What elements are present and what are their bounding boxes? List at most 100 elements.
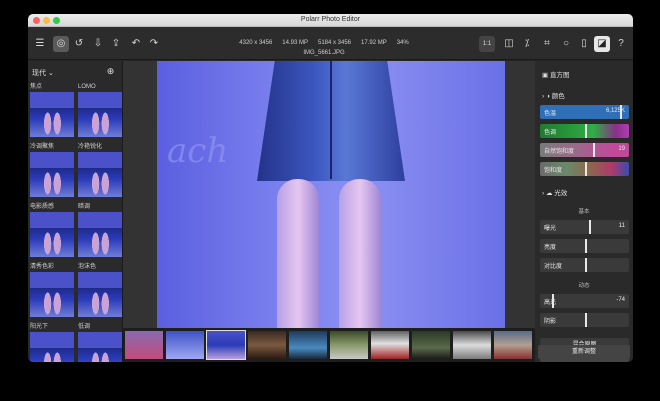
slider-thumb[interactable] [584,124,587,138]
preset-item[interactable]: 低调 [78,323,122,362]
menu-icon[interactable]: ☰ [32,36,48,52]
film-thumb[interactable] [248,331,286,359]
preset-label: 低调 [78,324,91,330]
slider-sliders_color-2[interactable]: 自然饱和度 19 [540,143,629,157]
slider-thumb[interactable] [620,105,623,119]
slider-sliders_color-0[interactable]: 色温 6,125K [540,105,629,119]
preset-label: 泡沫色 [78,264,97,270]
image-info: 4320 x 3456 14.93 MP 5184 x 3456 17.92 M… [224,40,424,46]
preset-label: LOMO [78,84,96,90]
preset-thumbnail [30,152,74,197]
preset-category-dropdown[interactable]: 现代 ⌄ [32,68,54,78]
film-thumb[interactable] [166,331,204,359]
main-toolbar: ☰ ◎ ↺ ⇩ ⇪ ↶ ↷ 4320 x 3456 14.93 MP 5184 … [28,27,633,60]
add-preset-icon[interactable]: ⊕ [103,64,118,79]
adjustments-panel: ▣ 直方图 › ◑ 颜色 色温 6,125K 色调自然饱和度 19 饱和度 › ☁ 光效… [535,61,633,362]
slider-sliders_color-3[interactable]: 饱和度 [540,162,629,176]
photo-image: ach [157,61,505,328]
preset-label: 冷艳锐化 [78,144,103,150]
preset-thumbnail [78,92,122,137]
slider-sliders_basic-2[interactable]: 对比度 [540,258,629,272]
preset-label: 暗调 [78,204,91,210]
crop-icon[interactable]: ⌗ [539,36,555,52]
reset-adjustments-button[interactable]: 重新调整 [538,345,630,359]
preset-item[interactable]: 暗调 [78,203,122,260]
preset-item[interactable]: 阳光下 [30,323,74,362]
slider-thumb[interactable] [593,143,596,157]
color-section-label: 颜色 [551,93,565,100]
light-section-label: 光效 [554,190,568,197]
image-megapixels: 14.93 MP [282,40,308,46]
adjustments-icon[interactable]: ◪ [594,36,610,52]
film-thumb[interactable] [330,331,368,359]
compare-icon[interactable]: ◫ [501,36,517,52]
window-title: Polarr Photo Editor [300,16,361,23]
zoom-1to1-button[interactable]: 1:1 [479,36,495,52]
undo-icon[interactable]: ↶ [128,36,144,52]
image-resolution: 4320 x 3456 [239,40,273,46]
slider-thumb[interactable] [551,294,554,308]
color-section-heading[interactable]: › ◑ 颜色 [542,90,565,100]
slider-label: 自然饱和度 [544,149,575,155]
preset-label: 焦点 [30,84,43,90]
film-thumb[interactable] [289,331,327,359]
preset-item[interactable]: 焦点 [30,83,74,140]
preset-item[interactable]: 泡沫色 [78,263,122,320]
preset-item[interactable]: 冷调聚焦 [30,143,74,200]
film-thumb[interactable] [412,331,450,359]
slider-value: 11 [618,223,625,229]
slider-label: 对比度 [544,264,563,270]
slider-thumb[interactable] [584,162,587,176]
light-section-heading[interactable]: › ☁ 光效 [542,187,567,197]
original-megapixels: 17.92 MP [361,40,387,46]
slider-sliders_dynamic-1[interactable]: 阴影 [540,313,629,327]
film-thumb[interactable] [453,331,491,359]
slider-sliders_dynamic-0[interactable]: 高光 -74 [540,294,629,308]
redo-icon[interactable]: ↷ [146,36,162,52]
slider-thumb[interactable] [584,239,587,253]
slider-label: 阴影 [544,319,557,325]
film-thumb[interactable] [125,331,163,359]
film-thumb[interactable] [371,331,409,359]
zoom-percent: 34% [396,40,409,46]
preset-label: 清秀色彩 [30,264,55,270]
preset-label: 冷调聚焦 [30,144,55,150]
slider-thumb[interactable] [588,220,591,234]
history-icon[interactable]: ↺ [71,36,87,52]
frame-icon[interactable]: ▯ [576,36,592,52]
histogram-label: 直方图 [549,72,570,79]
slider-sliders_basic-1[interactable]: 亮度 [540,239,629,253]
slider-thumb[interactable] [584,258,587,272]
preset-item[interactable]: LOMO [78,83,122,140]
auto-enhance-icon[interactable]: ⁒ [519,36,535,52]
preset-item[interactable]: 冷艳锐化 [78,143,122,200]
preset-item[interactable]: 电影质感 [30,203,74,260]
slider-sliders_basic-0[interactable]: 曝光 11 [540,220,629,234]
download-icon[interactable]: ⇩ [90,36,106,52]
photo-canvas[interactable]: ach [123,61,535,328]
preset-label: 阳光下 [30,324,49,330]
preset-item[interactable]: 清秀色彩 [30,263,74,320]
film-thumb[interactable] [494,331,532,359]
histogram-heading[interactable]: ▣ 直方图 [542,69,569,79]
preset-thumbnail [30,92,74,137]
preset-label: 电影质感 [30,204,55,210]
slider-thumb[interactable] [584,313,587,327]
preset-thumbnail [78,152,122,197]
help-icon[interactable]: ? [613,36,629,52]
presets-panel: 现代 ⌄ ⊕ 焦点 LOMO 冷调聚焦 冷艳锐化电影质感 暗调清秀色彩 泡沫色阳光下 低调 [28,61,123,362]
photo-left-leg [277,179,319,328]
slider-sliders_color-1[interactable]: 色调 [540,124,629,138]
dynamic-group-label: 动态 [578,283,590,289]
filmstrip [123,328,535,362]
filters-icon[interactable]: ◎ [53,36,69,52]
slider-value: -74 [616,297,625,303]
slider-label: 亮度 [544,245,557,251]
share-icon[interactable]: ⇪ [108,36,124,52]
circle-mask-icon[interactable]: ○ [558,36,574,52]
preset-thumbnail [78,332,122,362]
slider-label: 饱和度 [544,168,563,174]
slider-label: 色调 [544,130,557,136]
slider-value: 6,125K [605,108,625,114]
film-thumb-selected[interactable] [206,330,246,360]
